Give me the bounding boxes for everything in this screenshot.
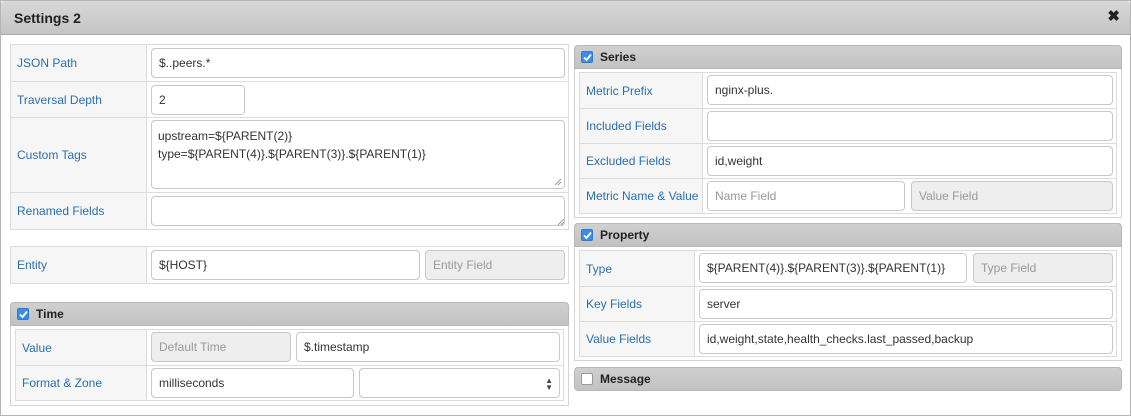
metric-name-value-label: Metric Name & Value <box>580 179 703 213</box>
traversal-depth-row: Traversal Depth 2 <box>11 81 568 117</box>
value-fields-input[interactable]: id,weight,state,health_checks.last_passe… <box>699 324 1113 354</box>
custom-tags-label: Custom Tags <box>11 118 147 192</box>
custom-tags-textarea[interactable]: upstream=${PARENT(2)} type=${PARENT(4)}.… <box>151 120 565 189</box>
entity-input[interactable]: ${HOST} <box>151 250 420 280</box>
time-table: Value Default Time $.timestamp Format & … <box>15 329 564 401</box>
value-fields-row: Value Fields id,weight,state,health_chec… <box>580 321 1116 356</box>
included-fields-row: Included Fields <box>580 108 1116 143</box>
time-section-title: Time <box>36 307 64 321</box>
settings-window: Settings 2 ✖ JSON Path $..peers.* Traver… <box>0 0 1131 416</box>
custom-tags-line-2: type=${PARENT(4)}.${PARENT(3)}.${PARENT(… <box>158 147 426 161</box>
property-table: Type ${PARENT(4)}.${PARENT(3)}.${PARENT(… <box>579 250 1117 357</box>
message-section-header[interactable]: Message <box>574 367 1122 391</box>
value-fields-label: Value Fields <box>580 322 695 356</box>
excluded-fields-label: Excluded Fields <box>580 144 703 178</box>
select-arrows-icon: ▲ ▼ <box>545 376 553 392</box>
series-checkbox[interactable] <box>581 51 593 63</box>
series-section-title: Series <box>600 50 637 64</box>
format-zone-label: Format & Zone <box>16 366 147 400</box>
time-value-label: Value <box>16 330 147 365</box>
key-fields-label: Key Fields <box>580 287 695 321</box>
entity-label: Entity <box>11 247 147 283</box>
custom-tags-row: Custom Tags upstream=${PARENT(2)} type=$… <box>11 117 568 192</box>
parser-fields-table: JSON Path $..peers.* Traversal Depth 2 C… <box>10 44 569 230</box>
json-path-label: JSON Path <box>11 45 147 81</box>
renamed-fields-label: Renamed Fields <box>11 193 147 229</box>
excluded-fields-row: Excluded Fields id,weight <box>580 143 1116 178</box>
json-path-input[interactable]: $..peers.* <box>151 48 565 78</box>
included-fields-label: Included Fields <box>580 109 703 143</box>
resize-grip-icon[interactable] <box>557 218 565 226</box>
checkmark-icon <box>582 53 592 61</box>
property-section-header[interactable]: Property <box>574 223 1122 247</box>
entity-row: Entity ${HOST} Entity Field <box>11 247 568 283</box>
time-section-body: Value Default Time $.timestamp Format & … <box>10 326 569 406</box>
format-zone-row: Format & Zone milliseconds ▲ ▼ <box>16 365 563 400</box>
metric-prefix-row: Metric Prefix nginx-plus. <box>580 73 1116 108</box>
message-section-title: Message <box>600 372 651 386</box>
key-fields-row: Key Fields server <box>580 286 1116 321</box>
property-type-label: Type <box>580 251 695 286</box>
type-field-input[interactable]: Type Field <box>973 253 1113 283</box>
traversal-depth-input[interactable]: 2 <box>151 85 245 115</box>
property-section-title: Property <box>600 228 650 242</box>
checkmark-icon <box>18 310 28 318</box>
property-section-body: Type ${PARENT(4)}.${PARENT(3)}.${PARENT(… <box>574 247 1122 361</box>
close-icon[interactable]: ✖ <box>1107 8 1120 26</box>
entity-field-input[interactable]: Entity Field <box>425 250 565 280</box>
window-title: Settings 2 <box>14 10 81 26</box>
resize-grip-icon[interactable] <box>554 178 562 186</box>
entity-table: Entity ${HOST} Entity Field <box>10 246 569 284</box>
renamed-fields-row: Renamed Fields <box>11 192 568 229</box>
title-bar: Settings 2 ✖ <box>1 1 1130 35</box>
time-value-row: Value Default Time $.timestamp <box>16 330 563 365</box>
time-zone-select[interactable]: ▲ ▼ <box>359 368 560 398</box>
series-table: Metric Prefix nginx-plus. Included Field… <box>579 72 1117 214</box>
property-type-row: Type ${PARENT(4)}.${PARENT(3)}.${PARENT(… <box>580 251 1116 286</box>
series-section-body: Metric Prefix nginx-plus. Included Field… <box>574 69 1122 218</box>
included-fields-input[interactable] <box>707 111 1113 141</box>
time-checkbox[interactable] <box>17 308 29 320</box>
property-checkbox[interactable] <box>581 229 593 241</box>
traversal-depth-label: Traversal Depth <box>11 82 147 117</box>
custom-tags-line-1: upstream=${PARENT(2)} <box>158 129 293 143</box>
time-section-header[interactable]: Time <box>10 302 569 326</box>
time-value-input[interactable]: $.timestamp <box>296 332 560 362</box>
default-time-input[interactable]: Default Time <box>151 332 291 362</box>
series-section-header[interactable]: Series <box>574 45 1122 69</box>
json-path-row: JSON Path $..peers.* <box>11 45 568 81</box>
metric-prefix-input[interactable]: nginx-plus. <box>707 75 1113 105</box>
metric-name-value-row: Metric Name & Value Name Field Value Fie… <box>580 178 1116 213</box>
property-type-input[interactable]: ${PARENT(4)}.${PARENT(3)}.${PARENT(1)} <box>699 253 967 283</box>
metric-prefix-label: Metric Prefix <box>580 73 703 108</box>
name-field-input[interactable]: Name Field <box>707 181 905 211</box>
key-fields-input[interactable]: server <box>699 289 1113 319</box>
checkmark-icon <box>582 231 592 239</box>
excluded-fields-input[interactable]: id,weight <box>707 146 1113 176</box>
value-field-input[interactable]: Value Field <box>911 181 1113 211</box>
time-format-input[interactable]: milliseconds <box>151 368 354 398</box>
renamed-fields-textarea[interactable] <box>151 196 565 226</box>
message-checkbox[interactable] <box>581 373 593 385</box>
